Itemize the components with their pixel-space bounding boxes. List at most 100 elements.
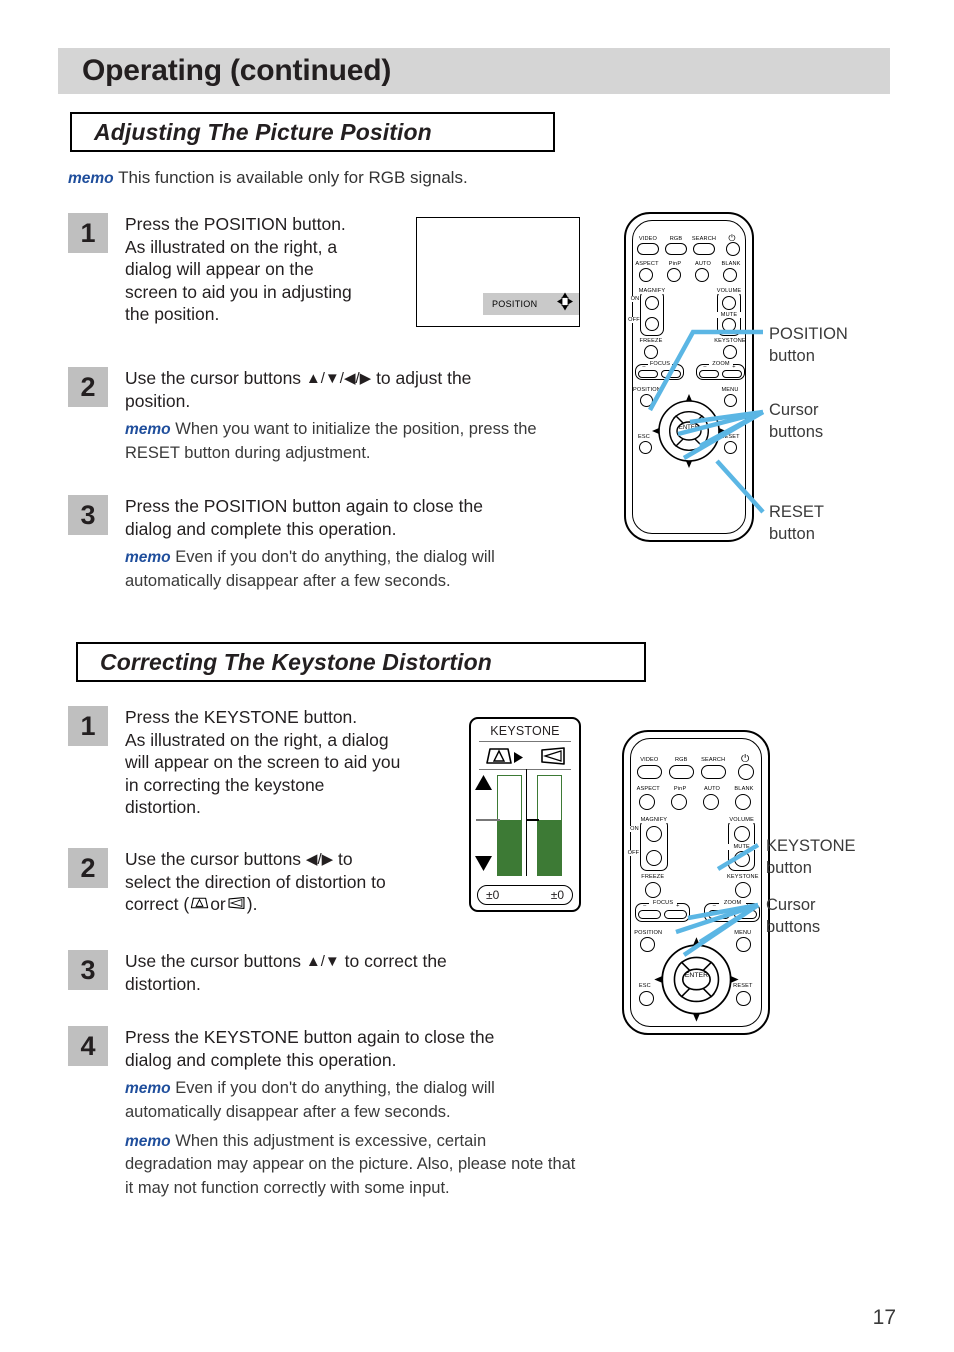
remote-button-aspect[interactable]: [639, 793, 656, 810]
callout-line: RESET: [769, 503, 825, 521]
memo-keyword: memo: [125, 421, 171, 439]
step-text: Press the POSITION button again to close…: [125, 495, 565, 593]
remote-label-magnify: MAGNIFY: [637, 816, 670, 823]
remote-cursor-pad[interactable]: ENTER: [652, 935, 741, 1024]
step-number: 1: [68, 706, 108, 746]
remote-label-pinp: PinP: [673, 785, 687, 792]
remote-button-keystone[interactable]: [734, 881, 751, 898]
section-title-box-keystone: Correcting The Keystone Distortion: [76, 642, 646, 682]
step-line: As illustrated on the right, a dialog: [125, 729, 389, 750]
remote-button-mute[interactable]: [722, 318, 736, 332]
step-1-keystone: 1 Press the KEYSTONE button. As illustra…: [68, 706, 468, 819]
remote-button-focus-plus[interactable]: [664, 910, 687, 920]
remote-button-reset[interactable]: [724, 441, 737, 454]
remote-button-esc[interactable]: [639, 441, 652, 454]
step-line: distortion.: [125, 797, 201, 818]
remote-button-rgb[interactable]: [665, 243, 687, 255]
remote-button-volume[interactable]: [722, 296, 736, 310]
step-line: distortion.: [125, 973, 201, 994]
remote-label-auto: AUTO: [704, 785, 721, 792]
step-4-keystone: 4 Press the KEYSTONE button again to clo…: [68, 1026, 588, 1200]
memo-keyword: memo: [125, 1080, 171, 1098]
remote-button-aspect[interactable]: [639, 268, 653, 282]
remote-button-video[interactable]: [637, 243, 659, 255]
remote-button-focus-plus[interactable]: [661, 370, 681, 378]
remote-button-blank[interactable]: [723, 268, 737, 282]
selection-marker-icon: [514, 750, 523, 768]
keystone-bar-left: [497, 775, 522, 876]
step-text-before: Use the cursor buttons: [125, 951, 306, 971]
callout-line: POSITION: [769, 325, 848, 343]
remote-button-focus-minus[interactable]: [638, 370, 658, 378]
remote-label-rgb: RGB: [669, 236, 683, 242]
remote-label-video: VIDEO: [640, 757, 659, 764]
keystone-center-tick-right: [526, 819, 539, 822]
remote-label-enter: ENTER: [679, 425, 700, 431]
keystone-vertical-icon: [485, 746, 513, 771]
page-number: 17: [872, 1306, 896, 1329]
step-text-after: ).: [246, 894, 258, 915]
four-way-cursor-icon: [557, 292, 573, 316]
remote-button-blank[interactable]: [734, 793, 751, 810]
remote-label-video: VIDEO: [638, 236, 658, 242]
remote-button-volume[interactable]: [733, 825, 750, 842]
remote-button-keystone[interactable]: [723, 345, 737, 359]
remote-label-pinp: PinP: [668, 261, 682, 267]
memo-text: When you want to initialize the position…: [125, 420, 537, 462]
remote-label-search: SEARCH: [701, 757, 726, 764]
step-memo: memo When you want to initialize the pos…: [125, 418, 577, 465]
remote-label-esc: ESC: [638, 434, 650, 440]
keystone-horizontal-icon: [227, 893, 246, 916]
remote-cursor-pad[interactable]: ENTER: [650, 392, 728, 470]
remote-button-magnify-on[interactable]: [645, 296, 659, 310]
remote-button-power[interactable]: [726, 242, 740, 256]
step-line: Press the POSITION button.: [125, 214, 346, 234]
memo-keyword: memo: [125, 1132, 171, 1150]
keystone-value-left: ±0: [486, 888, 500, 902]
divider: [479, 741, 571, 743]
callout-line: button: [769, 524, 815, 543]
remote-button-magnify-off[interactable]: [645, 849, 662, 866]
remote-button-reset[interactable]: [736, 991, 751, 1006]
keystone-value-box: ±0 ±0: [477, 885, 573, 905]
remote-label-focus-plus: +: [676, 903, 680, 910]
step-memo: memo Even if you don't do anything, the …: [125, 546, 565, 593]
remote-label-blank: BLANK: [734, 785, 754, 792]
keystone-vertical-icon: [190, 893, 209, 916]
callout-line: button: [766, 858, 812, 877]
remote-button-auto[interactable]: [702, 793, 719, 810]
step-number: 3: [68, 950, 108, 990]
remote-button-magnify-on[interactable]: [645, 825, 662, 842]
remote-button-magnify-off[interactable]: [645, 317, 659, 331]
keystone-horizontal-icon: [539, 746, 567, 771]
remote-button-pinp[interactable]: [667, 268, 681, 282]
remote-button-rgb[interactable]: [668, 765, 694, 779]
remote-button-search[interactable]: [700, 765, 726, 779]
step-text: Press the POSITION button. As illustrate…: [125, 213, 352, 326]
remote-button-zoom-minus[interactable]: [707, 910, 731, 920]
remote-label-mute: MUTE: [728, 844, 756, 850]
osd-position-bar: POSITION: [483, 292, 579, 316]
step-1-picture-position: 1 Press the POSITION button. As illustra…: [68, 213, 398, 326]
cursor-arrows-icon: ◀/▶: [305, 851, 334, 868]
remote-label-reset: RESET: [733, 983, 753, 990]
remote-button-zoom-minus[interactable]: [699, 370, 719, 378]
remote-label-magnify-on: ON: [628, 825, 641, 832]
remote-button-video[interactable]: [636, 765, 662, 779]
remote-button-esc[interactable]: [639, 991, 654, 1006]
remote-button-freeze[interactable]: [644, 881, 661, 898]
remote-button-focus-minus[interactable]: [637, 910, 661, 920]
keystone-bar-right: [537, 775, 562, 876]
step-memo-1: memo Even if you don't do anything, the …: [125, 1077, 565, 1124]
step-line: Use the cursor buttons ▲/▼/◀/▶ to adjust…: [125, 367, 577, 390]
remote-button-freeze[interactable]: [644, 345, 658, 359]
remote-button-zoom-plus[interactable]: [722, 370, 742, 378]
cursor-arrows-icon: ▲/▼: [305, 953, 340, 970]
remote-button-search[interactable]: [693, 243, 715, 255]
remote-button-mute[interactable]: [733, 850, 750, 867]
step-3-picture-position: 3 Press the POSITION button again to clo…: [68, 495, 588, 593]
remote-button-auto[interactable]: [695, 268, 709, 282]
remote-button-zoom-plus[interactable]: [733, 910, 757, 920]
remote-button-pinp[interactable]: [671, 793, 687, 810]
step-text: Press the KEYSTONE button again to close…: [125, 1026, 577, 1200]
